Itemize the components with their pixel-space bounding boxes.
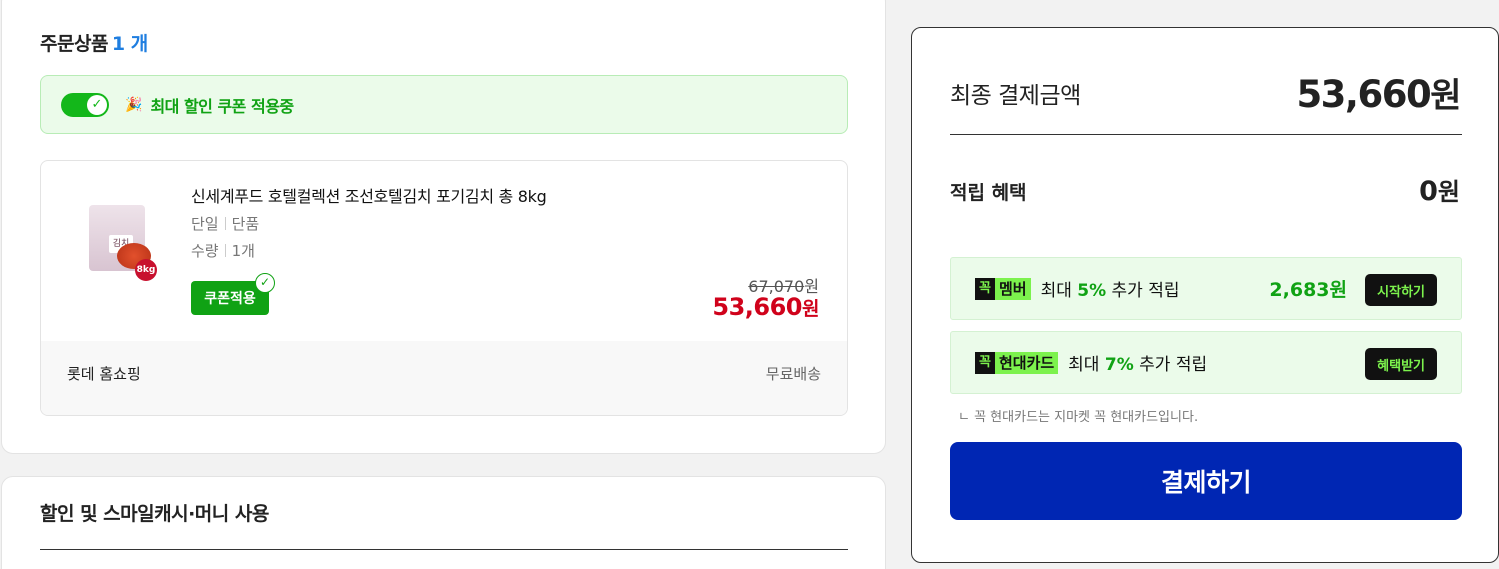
final-amount-value: 53,660	[1296, 73, 1431, 116]
product-option: 단일 단품	[191, 213, 259, 234]
product-quantity: 수량 1개	[191, 240, 255, 261]
reward-label: 적립 혜택	[950, 182, 1027, 204]
hyundai-card-badge: 꼭 현대카드	[975, 351, 1059, 374]
quantity-separator	[224, 244, 226, 257]
promo-suffix: 추가 적립	[1111, 281, 1180, 301]
pay-button[interactable]: 결제하기	[950, 442, 1462, 520]
max-coupon-toggle[interactable]: ✓	[61, 92, 109, 117]
get-benefit-button[interactable]: 혜택받기	[1365, 348, 1437, 380]
sale-price: 53,660원	[712, 293, 819, 321]
promo-prefix: 최대	[1040, 281, 1072, 301]
promo-percent: 7%	[1104, 355, 1134, 375]
member-badge-label: 멤버	[994, 277, 1031, 300]
promo-suffix: 추가 적립	[1139, 355, 1208, 375]
final-amount-label: 최종 결제금액	[950, 83, 1081, 109]
sale-price-won: 원	[802, 298, 819, 320]
order-products-count: 1 개	[111, 33, 148, 55]
order-products-card: 주문상품 1 개 ✓ 🎉 최대 할인 쿠폰 적용중 김치 8kg 신세계푸드 호텔…	[1, 0, 886, 454]
order-products-title-text: 주문상품	[40, 33, 108, 55]
discount-divider	[40, 549, 848, 550]
check-icon: ✓	[87, 94, 107, 115]
summary-divider	[950, 134, 1462, 135]
weight-badge: 8kg	[135, 259, 157, 281]
promo-percent: 5%	[1077, 281, 1107, 301]
coupon-banner: ✓ 🎉 최대 할인 쿠폰 적용중	[40, 75, 848, 134]
member-promo: 꼭 멤버 최대 5% 추가 적립 2,683원 시작하기	[950, 257, 1462, 320]
party-popper-icon: 🎉	[125, 96, 143, 113]
discount-title: 할인 및 스마일캐시·머니 사용	[40, 503, 269, 525]
member-promo-amount: 2,683원	[1269, 279, 1347, 301]
reward-amount-value: 0	[1419, 176, 1438, 207]
member-promo-text: 최대 5% 추가 적립	[1041, 276, 1180, 301]
order-products-title: 주문상품 1 개	[40, 29, 148, 56]
discount-card: 할인 및 스마일캐시·머니 사용	[1, 476, 886, 569]
hyundai-card-promo-text: 최대 7% 추가 적립	[1068, 350, 1207, 375]
member-badge: 꼭 멤버	[975, 277, 1031, 300]
hyundai-card-note: ㄴ 꼭 현대카드는 지마켓 꼭 현대카드입니다.	[958, 410, 1199, 425]
option-label: 단일	[191, 215, 219, 233]
reward-amount-won: 원	[1437, 178, 1460, 206]
product-thumbnail[interactable]: 김치 8kg	[85, 201, 165, 283]
final-amount-won: 원	[1430, 76, 1461, 116]
sale-price-value: 53,660	[712, 293, 803, 321]
seller-name[interactable]: 롯데 홈쇼핑	[67, 363, 141, 384]
payment-summary-card: 최종 결제금액 53,660원 적립 혜택 0원 꼭 멤버 최대 5% 추가 적립…	[911, 27, 1499, 563]
ggok-logo: 꼭	[975, 277, 995, 300]
reward-amount: 0원	[1419, 172, 1460, 207]
option-value: 단품	[231, 215, 260, 233]
option-separator	[224, 217, 226, 230]
quantity-value: 1개	[231, 242, 255, 260]
start-membership-button[interactable]: 시작하기	[1365, 274, 1437, 306]
quantity-label: 수량	[191, 242, 219, 260]
seller-row: 롯데 홈쇼핑 무료배송	[41, 341, 847, 415]
product-item: 김치 8kg 신세계푸드 호텔컬렉션 조선호텔김치 포기김치 총 8kg 단일 단…	[40, 160, 848, 416]
product-name[interactable]: 신세계푸드 호텔컬렉션 조선호텔김치 포기김치 총 8kg	[191, 183, 547, 207]
ggok-logo: 꼭	[975, 351, 995, 374]
promo-prefix: 최대	[1068, 355, 1100, 375]
coupon-banner-text: 최대 할인 쿠폰 적용중	[150, 96, 294, 116]
hyundai-card-promo: 꼭 현대카드 최대 7% 추가 적립 혜택받기	[950, 331, 1462, 394]
shipping-info: 무료배송	[765, 365, 821, 383]
coupon-check-icon: ✓	[255, 273, 275, 293]
final-amount: 53,660원	[1296, 68, 1461, 117]
hyundai-card-badge-label: 현대카드	[994, 351, 1059, 374]
